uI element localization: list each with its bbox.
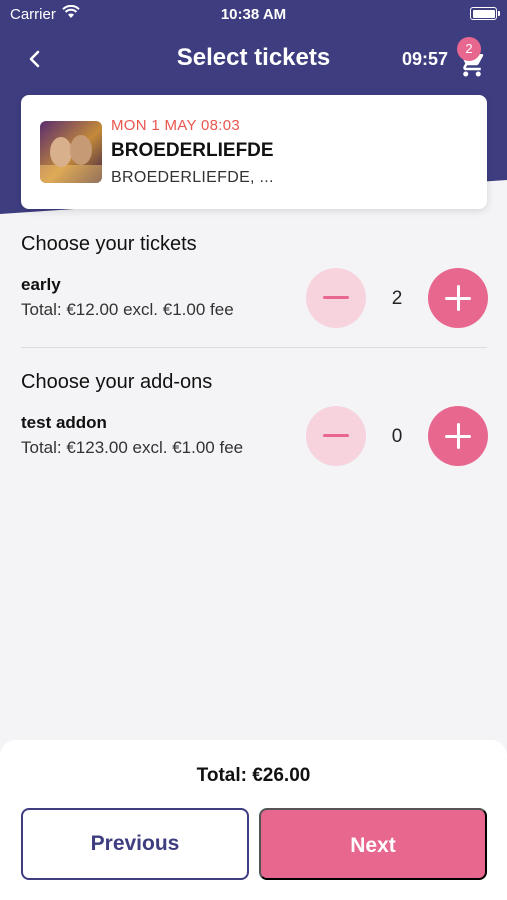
addon-quantity: 0: [391, 426, 403, 447]
countdown-timer: 09:57: [401, 49, 448, 69]
ticket-quantity: 2: [391, 288, 403, 309]
addon-increase-button[interactable]: [428, 406, 488, 466]
navigation-bar: Select tickets 09:57 2: [0, 37, 507, 82]
ticket-decrease-button[interactable]: [306, 268, 366, 328]
event-card: MON 1 MAY 08:03 BROEDERLIEFDE BROEDERLIE…: [21, 95, 487, 209]
status-time: 10:38 AM: [220, 6, 287, 23]
divider: [21, 347, 487, 348]
event-image: [40, 121, 102, 183]
event-venue: BROEDERLIEFDE, ...: [111, 169, 274, 186]
status-bar: Carrier 10:38 AM: [0, 0, 507, 30]
event-name: BROEDERLIEFDE: [111, 140, 274, 161]
cart-button[interactable]: 2: [457, 37, 487, 77]
ticket-increase-button[interactable]: [428, 268, 488, 328]
ticket-total: Total: €12.00 excl. €1.00 fee: [21, 300, 234, 319]
addon-total: Total: €123.00 excl. €1.00 fee: [21, 438, 244, 457]
cart-count-badge: 2: [457, 37, 481, 61]
order-total: Total: €26.00: [196, 765, 311, 786]
addons-section-title: Choose your add-ons: [21, 371, 213, 393]
battery-icon: [470, 7, 500, 20]
event-date: MON 1 MAY 08:03: [111, 117, 240, 134]
next-button[interactable]: Next: [259, 808, 487, 880]
tickets-section-title: Choose your tickets: [21, 233, 197, 255]
ticket-name: early: [21, 275, 61, 294]
addon-name: test addon: [21, 413, 107, 432]
checkout-footer: Total: €26.00 Previous Next: [0, 740, 507, 900]
previous-button[interactable]: Previous: [21, 808, 249, 880]
addon-decrease-button[interactable]: [306, 406, 366, 466]
